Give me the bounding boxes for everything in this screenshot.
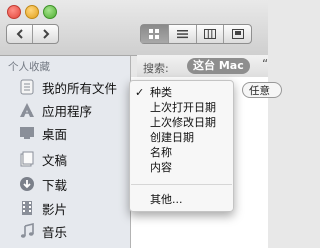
list-view-icon [176,30,188,39]
icon-view-button[interactable] [141,25,169,43]
cover-flow-button[interactable] [224,25,251,43]
sidebar-item-music[interactable]: 音乐 [0,220,130,242]
menu-item-label: 名称 [150,146,172,159]
sidebar-item-movies[interactable]: 影片 [0,197,130,219]
checkmark-icon: ✓ [135,86,145,99]
desktop-icon [18,124,36,142]
menu-item-label: 种类 [150,86,172,99]
sidebar: 个人收藏 我的所有文件 应用程序 桌面 文稿 下载 影片 音乐 [0,56,131,248]
menu-item-label: 其他... [150,193,183,206]
menu-item-label: 上次打开日期 [150,101,216,114]
documents-icon [18,150,36,168]
cover-flow-icon [231,29,244,39]
search-label: 搜索: [143,62,169,75]
sidebar-item-desktop[interactable]: 桌面 [0,122,130,144]
column-view-button[interactable] [197,25,225,43]
forward-button[interactable] [33,25,58,43]
all-files-icon [18,78,36,96]
toolbar [0,0,268,56]
search-scope-quote: “ [262,57,269,71]
menu-item-last-opened[interactable]: 上次打开日期 [130,100,233,115]
sidebar-item-label: 文稿 [42,152,68,168]
sidebar-item-documents[interactable]: 文稿 [0,148,130,170]
sidebar-item-downloads[interactable]: 下载 [0,173,130,195]
sidebar-item-label: 应用程序 [42,103,93,119]
icon-view-icon [148,29,159,39]
sidebar-item-label: 下载 [42,177,68,193]
menu-item-label: 内容 [150,161,172,174]
sidebar-heading-favorites: 个人收藏 [8,61,50,73]
menu-item-name[interactable]: 名称 [130,145,233,160]
music-icon [18,222,36,240]
chevron-right-icon [42,29,49,39]
minimize-window-button[interactable] [25,5,39,19]
chevron-left-icon [16,29,23,39]
back-forward-control [6,24,59,44]
sidebar-item-applications[interactable]: 应用程序 [0,99,130,121]
back-button[interactable] [7,25,33,43]
list-view-button[interactable] [169,25,197,43]
search-scope-this-mac[interactable]: 这台 Mac [187,58,250,74]
close-window-button[interactable] [7,5,21,19]
sidebar-item-label: 我的所有文件 [42,80,118,96]
downloads-icon [18,175,36,193]
menu-separator [131,184,232,185]
menu-item-last-modified[interactable]: 上次修改日期 [130,115,233,130]
criteria-any-button[interactable]: 任意 [242,82,282,98]
sidebar-item-label: 桌面 [42,126,68,142]
sidebar-item-label: 音乐 [42,224,68,240]
sidebar-item-all-files[interactable]: 我的所有文件 [0,76,130,98]
menu-item-created[interactable]: 创建日期 [130,130,233,145]
search-attribute-menu: ✓ 种类 上次打开日期 上次修改日期 创建日期 名称 内容 其他... [129,80,234,212]
menu-item-other[interactable]: 其他... [130,192,233,207]
menu-item-kind[interactable]: ✓ 种类 [130,85,233,100]
applications-icon [18,101,36,119]
menu-item-label: 上次修改日期 [150,116,216,129]
column-view-icon [203,29,216,39]
sidebar-item-label: 影片 [42,201,68,217]
menu-item-label: 创建日期 [150,131,194,144]
menu-item-contents[interactable]: 内容 [130,160,233,175]
view-mode-control [140,24,252,44]
movies-icon [18,199,36,217]
zoom-window-button[interactable] [43,5,57,19]
